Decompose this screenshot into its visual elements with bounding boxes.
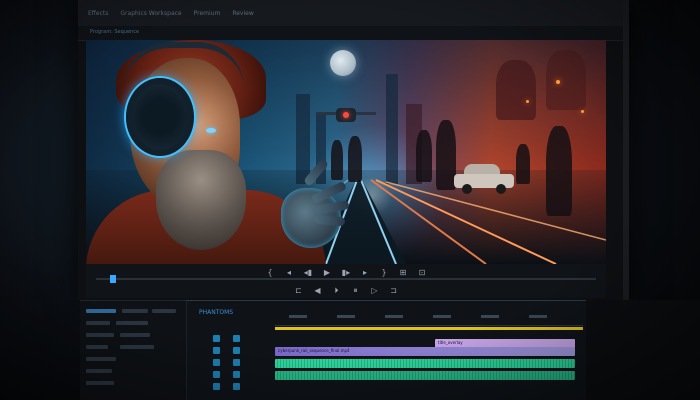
rewind-button[interactable]: ◀ [313,286,323,296]
step-back-button[interactable]: ◂ [284,268,294,277]
side-panel [586,300,700,400]
ember [581,110,584,113]
transport-controls: { ◂ ◂▮ ▶ ▮▸ ▸ } ⊞ ⊡ ⊏ ◀ ⏵ ⏸ ▷ ⊐ [86,264,606,298]
panel-row[interactable] [86,381,114,385]
crowd-figure [436,120,456,190]
ruler-tick [385,315,403,318]
track-toggle[interactable] [213,359,220,366]
track-toggle[interactable] [233,359,240,366]
crowd-figure [516,144,530,184]
program-monitor-tab-label: Program: Sequence [90,29,140,35]
crowd-figure [416,130,432,182]
audio-clip[interactable] [275,371,575,380]
forward-button[interactable]: ▷ [370,286,380,296]
editing-screen-photo: Effects Graphics Workspace Premium Revie… [0,0,700,400]
timeline-ruler[interactable] [275,315,583,326]
mark-in-button[interactable]: { [265,268,275,277]
play-alt-button[interactable]: ⏵ [332,286,342,296]
panel-row[interactable] [120,333,150,337]
track-header-v1 [193,347,263,356]
play-button[interactable]: ▶ [322,268,332,277]
ruler-tick [289,315,307,318]
panel-row[interactable] [86,321,110,325]
track-toggle[interactable] [233,371,240,378]
overwrite-button[interactable]: ⊡ [417,268,427,277]
panel-row[interactable] [152,309,176,313]
car-wheel [496,184,506,194]
track-header-a2 [193,371,263,380]
clip-label: title_overlay [438,340,463,345]
track-toggle[interactable] [233,335,240,342]
panel-row[interactable] [86,333,114,337]
cybernetic-hand [261,148,351,258]
timeline-panel: PHANTOMS title_overlay cyberpunk_rail_se… [186,300,587,400]
track-toggle[interactable] [213,347,220,354]
track-toggle[interactable] [233,383,240,390]
clip-label: cyberpunk_rail_sequence_final.mp4 [278,348,350,353]
video-clip[interactable]: cyberpunk_rail_sequence_final.mp4 [275,347,575,356]
timeline-title[interactable]: PHANTOMS [199,309,233,316]
background-face [546,50,586,110]
ember [556,80,560,84]
ruler-tick [529,315,547,318]
track-header-v2 [193,335,263,344]
project-panel [80,300,186,400]
man-beard [156,150,246,250]
panel-row[interactable] [86,357,116,361]
go-to-out-button[interactable]: ▮▸ [341,268,351,277]
panel-row[interactable] [120,345,154,349]
transport-row-primary: { ◂ ◂▮ ▶ ▮▸ ▸ } ⊞ ⊡ [86,268,606,277]
go-to-in-button[interactable]: ◂▮ [303,268,313,277]
car-wheel [462,184,472,194]
track-toggle[interactable] [213,383,220,390]
panel-row[interactable] [116,321,148,325]
app-menu-bar: Effects Graphics Workspace Premium Revie… [78,0,623,26]
ember [526,100,529,103]
track-header-a3 [193,383,263,392]
insert-button[interactable]: ⊞ [398,268,408,277]
menu-item-graphics[interactable]: Graphics Workspace [120,10,181,17]
menu-item-effects[interactable]: Effects [88,10,108,17]
mark-out-button[interactable]: } [379,268,389,277]
scrub-bar[interactable] [96,275,596,283]
ruler-tick [433,315,451,318]
ruler-tick [337,315,355,318]
car [454,164,514,194]
track-toggle[interactable] [213,371,220,378]
lift-button[interactable]: ⊏ [294,286,304,296]
menu-item-review[interactable]: Review [232,10,253,17]
panel-row[interactable] [86,369,112,373]
track-header-a1 [193,359,263,368]
monitor: Effects Graphics Workspace Premium Revie… [78,0,629,300]
transport-row-secondary: ⊏ ◀ ⏵ ⏸ ▷ ⊐ [86,286,606,296]
audio-clip[interactable] [275,359,575,368]
panel-row[interactable] [122,309,148,313]
pause-button[interactable]: ⏸ [351,286,361,296]
playhead-marker[interactable] [110,275,116,283]
background-face [496,60,536,120]
work-area-bar[interactable] [275,327,583,330]
man-eye [206,128,216,133]
ruler-tick [481,315,499,318]
panel-row[interactable] [86,345,108,349]
extract-button[interactable]: ⊐ [389,286,399,296]
menu-item-premium[interactable]: Premium [194,10,221,17]
program-viewer[interactable] [86,40,606,264]
step-forward-button[interactable]: ▸ [360,268,370,277]
panel-row[interactable] [86,309,116,313]
program-monitor-tab[interactable]: Program: Sequence [78,26,623,41]
track-toggle[interactable] [213,335,220,342]
track-toggle[interactable] [233,347,240,354]
hand-finger [302,158,330,187]
walking-figure [546,126,572,216]
headphones-icon [126,78,194,156]
